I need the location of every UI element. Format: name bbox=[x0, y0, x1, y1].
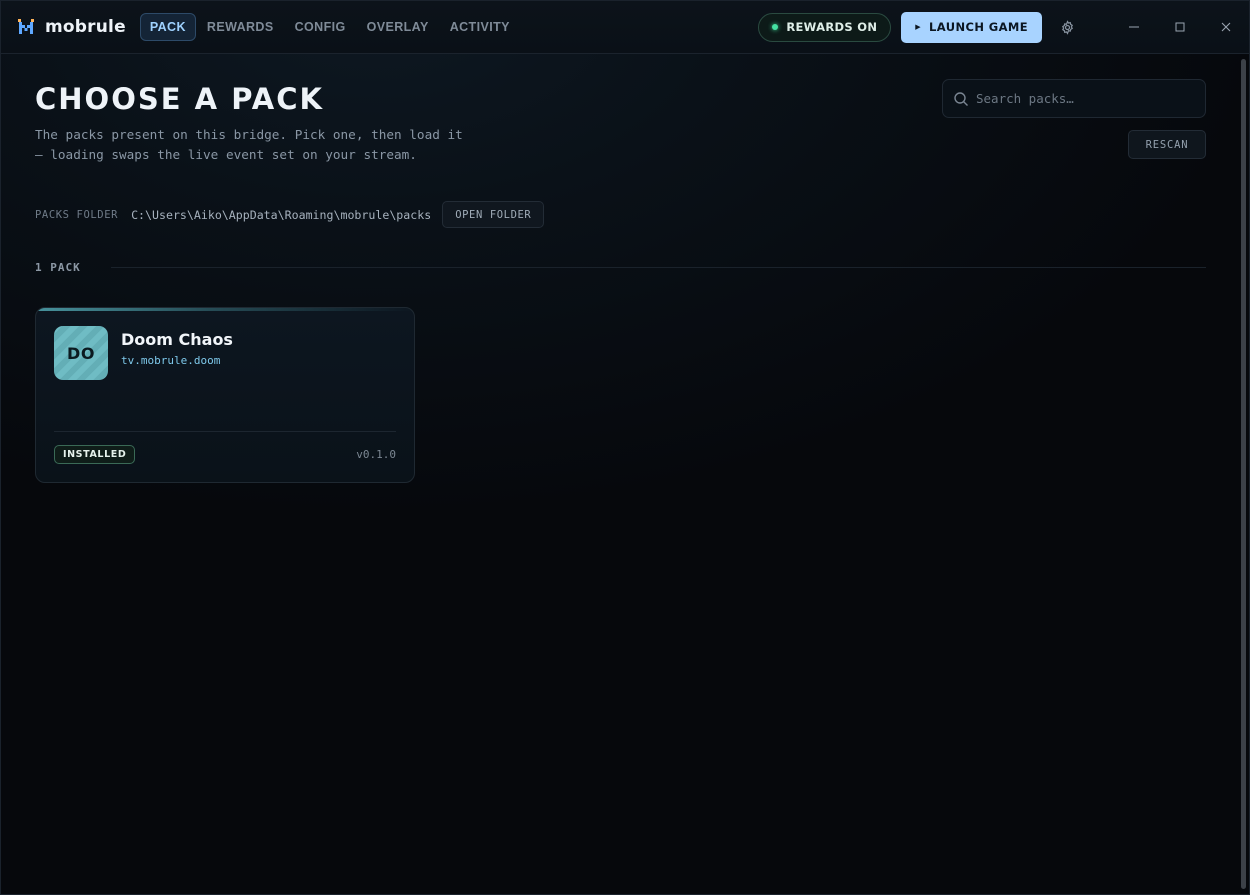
search-input[interactable] bbox=[976, 80, 1205, 117]
rewards-status-dot-icon bbox=[772, 24, 779, 30]
play-icon: ▶ bbox=[915, 23, 922, 31]
tab-pack[interactable]: PACK bbox=[139, 13, 196, 41]
title-bar-actions: REWARDS ON ▶ LAUNCH GAME bbox=[758, 1, 1249, 53]
minimize-button[interactable] bbox=[1111, 1, 1157, 54]
section-divider bbox=[110, 266, 1206, 268]
open-folder-button[interactable]: OPEN FOLDER bbox=[442, 201, 545, 228]
app-window: mobrule PACK REWARDS CONFIG OVERLAY ACTI… bbox=[0, 0, 1250, 895]
packs-folder-path: C:\Users\Aiko\AppData\Roaming\mobrule\pa… bbox=[131, 207, 432, 222]
page-subtitle: The packs present on this bridge. Pick o… bbox=[35, 127, 463, 162]
packs-folder-label: PACKS FOLDER bbox=[35, 208, 119, 221]
status-badge: INSTALLED bbox=[54, 445, 136, 464]
mobrule-logo-icon bbox=[18, 19, 34, 34]
pack-id: tv.mobrule.doom bbox=[121, 354, 221, 367]
search-icon bbox=[953, 91, 969, 107]
title-bar: mobrule PACK REWARDS CONFIG OVERLAY ACTI… bbox=[1, 1, 1249, 54]
pack-name: Doom Chaos bbox=[121, 330, 233, 349]
main-nav: PACK REWARDS CONFIG OVERLAY ACTIVITY bbox=[139, 13, 521, 41]
tab-overlay[interactable]: OVERLAY bbox=[357, 13, 439, 41]
pack-card-divider bbox=[54, 431, 396, 432]
app-name: mobrule bbox=[45, 17, 126, 37]
brand: mobrule bbox=[18, 17, 126, 37]
tab-rewards[interactable]: REWARDS bbox=[197, 13, 284, 41]
main-content: CHOOSE A PACK The packs present on this … bbox=[1, 55, 1249, 895]
maximize-icon bbox=[1175, 22, 1185, 32]
settings-button[interactable] bbox=[1053, 13, 1081, 41]
launch-game-button[interactable]: ▶ LAUNCH GAME bbox=[901, 11, 1042, 43]
pack-thumbnail: DO bbox=[54, 326, 108, 380]
scrollbar[interactable] bbox=[1241, 59, 1246, 889]
minimize-icon bbox=[1129, 26, 1139, 28]
pack-count-row: 1 PACK bbox=[35, 259, 1206, 275]
pack-version: v0.1.0 bbox=[356, 448, 396, 461]
tab-activity[interactable]: ACTIVITY bbox=[440, 13, 520, 41]
tab-config[interactable]: CONFIG bbox=[285, 13, 356, 41]
maximize-button[interactable] bbox=[1157, 1, 1203, 54]
page-title: CHOOSE A PACK bbox=[35, 82, 324, 116]
pack-card[interactable]: DO Doom Chaos tv.mobrule.doom INSTALLED … bbox=[35, 307, 415, 483]
close-icon bbox=[1221, 22, 1231, 32]
gear-icon bbox=[1061, 19, 1073, 35]
pack-count-label: 1 PACK bbox=[35, 260, 81, 274]
rescan-button[interactable]: RESCAN bbox=[1128, 130, 1206, 159]
rewards-toggle-label: REWARDS ON bbox=[786, 20, 878, 34]
search-box[interactable] bbox=[942, 79, 1206, 118]
pack-card-accent bbox=[36, 308, 414, 311]
packs-folder-row: PACKS FOLDER C:\Users\Aiko\AppData\Roami… bbox=[35, 201, 545, 228]
close-button[interactable] bbox=[1203, 1, 1249, 54]
rewards-toggle[interactable]: REWARDS ON bbox=[758, 12, 892, 42]
launch-game-label: LAUNCH GAME bbox=[929, 20, 1028, 34]
